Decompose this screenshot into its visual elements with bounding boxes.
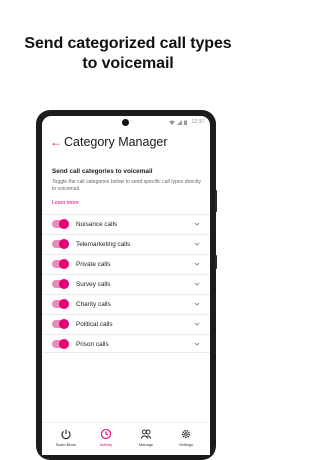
power-icon xyxy=(61,429,71,440)
category-label: Charity calls xyxy=(76,301,111,308)
phone-side-button xyxy=(215,190,217,212)
category-row-political[interactable]: Political calls xyxy=(42,314,210,333)
category-label: Telemarketing calls xyxy=(76,241,131,248)
section-title: Send call categories to voicemail xyxy=(52,168,153,175)
status-bar: 12:30 xyxy=(42,116,210,130)
signal-icon xyxy=(177,119,183,125)
toggle-switch[interactable] xyxy=(52,219,69,229)
phone-screen: 12:30 ← Category Manager Send call categ… xyxy=(42,116,210,455)
chevron-down-icon[interactable] xyxy=(194,341,200,347)
toggle-switch[interactable] xyxy=(52,299,69,309)
nav-item-activity[interactable]: Activity xyxy=(86,428,126,447)
status-time: 12:30 xyxy=(191,119,204,125)
category-label: Nuisance calls xyxy=(76,221,118,228)
category-label: Survey calls xyxy=(76,281,111,288)
bottom-nav: Scam Block Activity Manage Settings xyxy=(42,422,210,455)
battery-icon xyxy=(184,120,188,125)
category-row-private[interactable]: Private calls xyxy=(42,254,210,273)
clock-icon xyxy=(100,428,112,440)
toggle-knob xyxy=(59,339,69,349)
category-label: Private calls xyxy=(76,261,111,268)
toggle-knob xyxy=(59,319,69,329)
nav-label: Activity xyxy=(99,442,113,447)
headline-line-2: to voicemail xyxy=(82,55,174,72)
chevron-down-icon[interactable] xyxy=(194,241,200,247)
nav-item-manage[interactable]: Manage xyxy=(126,428,166,447)
nav-label: Manage xyxy=(138,442,154,447)
wifi-icon xyxy=(169,120,176,125)
chevron-down-icon[interactable] xyxy=(194,321,200,327)
nav-item-scam-block[interactable]: Scam Block xyxy=(46,428,86,447)
nav-label: Scam Block xyxy=(55,442,77,447)
learn-more-link[interactable]: Learn more xyxy=(52,200,79,206)
nav-item-settings[interactable]: Settings xyxy=(166,428,206,447)
chevron-down-icon[interactable] xyxy=(194,221,200,227)
front-camera xyxy=(122,119,129,126)
category-label: Prison calls xyxy=(76,341,109,348)
category-row-nuisance[interactable]: Nuisance calls xyxy=(42,214,210,233)
chevron-down-icon[interactable] xyxy=(194,261,200,267)
toggle-knob xyxy=(59,299,69,309)
promo-headline: Send categorized call types to voicemail xyxy=(0,34,256,74)
section-description: Toggle the call categories below to send… xyxy=(52,179,201,192)
gear-icon xyxy=(181,429,191,439)
headline-line-1: Send categorized call types xyxy=(24,35,232,52)
toggle-knob xyxy=(59,219,69,229)
toggle-knob xyxy=(59,259,69,269)
toggle-knob xyxy=(59,239,69,249)
chevron-down-icon[interactable] xyxy=(194,281,200,287)
category-row-prison[interactable]: Prison calls xyxy=(42,334,210,353)
people-icon xyxy=(140,429,152,439)
category-label: Political calls xyxy=(76,321,113,328)
toggle-switch[interactable] xyxy=(52,279,69,289)
toggle-switch[interactable] xyxy=(52,339,69,349)
category-row-telemarketing[interactable]: Telemarketing calls xyxy=(42,234,210,253)
category-row-survey[interactable]: Survey calls xyxy=(42,274,210,293)
toggle-switch[interactable] xyxy=(52,239,69,249)
nav-label: Settings xyxy=(178,442,194,447)
arrow-left-icon[interactable]: ← xyxy=(50,135,62,149)
toggle-switch[interactable] xyxy=(52,259,69,269)
status-icons: 12:30 xyxy=(169,119,204,125)
phone-side-button-lower xyxy=(215,255,217,269)
category-row-charity[interactable]: Charity calls xyxy=(42,294,210,313)
page-title: Category Manager xyxy=(64,135,168,149)
toggle-knob xyxy=(59,279,69,289)
toggle-switch[interactable] xyxy=(52,319,69,329)
app-bar: ← Category Manager xyxy=(42,132,210,152)
chevron-down-icon[interactable] xyxy=(194,301,200,307)
